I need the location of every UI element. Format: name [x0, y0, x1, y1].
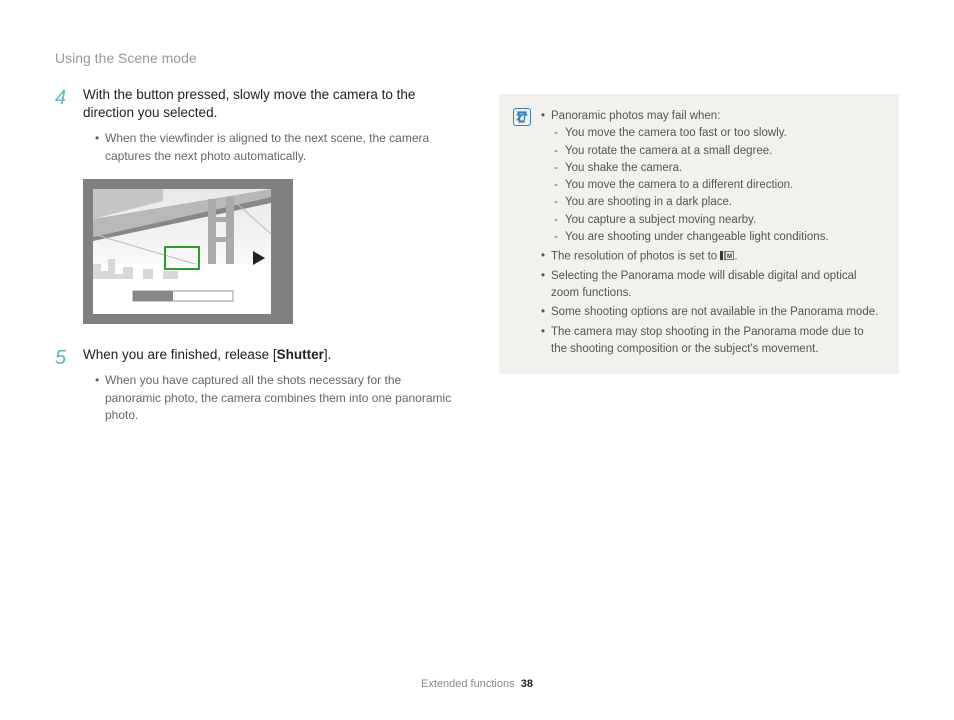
note-item: The camera may stop shooting in the Pano… [541, 324, 881, 359]
note-detail: You are shooting under changeable light … [551, 229, 881, 246]
note-detail: You move the camera to a different direc… [551, 177, 881, 194]
note-detail: You are shooting in a dark place. [551, 194, 881, 211]
note-item: Some shooting options are not available … [541, 304, 881, 321]
step-sub-list: When the viewfinder is aligned to the ne… [83, 130, 459, 165]
page-footer: Extended functions 38 [0, 678, 954, 690]
step-body: With the button pressed, slowly move the… [83, 86, 459, 165]
step-sub-item: When you have captured all the shots nec… [95, 372, 459, 424]
step-number: 5 [55, 346, 71, 424]
step-number: 4 [55, 86, 71, 165]
note-detail: You move the camera too fast or too slow… [551, 125, 881, 142]
note-detail: You capture a subject moving nearby. [551, 212, 881, 229]
step-text: With the button pressed, slowly move the… [83, 86, 459, 122]
content-columns: 4 With the button pressed, slowly move t… [55, 86, 899, 435]
note-item: Selecting the Panorama mode will disable… [541, 268, 881, 303]
note-detail: You shake the camera. [551, 160, 881, 177]
resolution-icon: M [720, 248, 734, 265]
left-column: 4 With the button pressed, slowly move t… [55, 86, 459, 435]
step-text-bold: Shutter [277, 347, 324, 362]
step-sub-item: When the viewfinder is aligned to the ne… [95, 130, 459, 165]
svg-text:M: M [727, 254, 732, 260]
step-text-post: ]. [324, 347, 332, 362]
section-title: Using the Scene mode [55, 50, 899, 66]
note-box: Panoramic photos may fail when: You move… [499, 94, 899, 374]
note-text-post: . [734, 251, 737, 263]
note-text-pre: The resolution of photos is set to [551, 251, 720, 263]
step-5: 5 When you are finished, release [Shutte… [55, 346, 459, 424]
panorama-illustration [83, 179, 293, 324]
right-column: Panoramic photos may fail when: You move… [499, 86, 899, 435]
note-content: Panoramic photos may fail when: You move… [541, 108, 881, 360]
note-icon [513, 108, 531, 126]
footer-section: Extended functions [421, 678, 515, 690]
step-body: When you are finished, release [Shutter]… [83, 346, 459, 424]
note-lead: Panoramic photos may fail when: [551, 110, 720, 122]
note-detail: You rotate the camera at a small degree. [551, 143, 881, 160]
step-4: 4 With the button pressed, slowly move t… [55, 86, 459, 165]
step-text: When you are finished, release [Shutter]… [83, 346, 459, 364]
page-number: 38 [521, 678, 533, 690]
note-item: The resolution of photos is set to M. [541, 248, 881, 266]
step-text-pre: When you are finished, release [ [83, 347, 277, 362]
step-sub-list: When you have captured all the shots nec… [83, 372, 459, 424]
note-item: Panoramic photos may fail when: You move… [541, 108, 881, 246]
